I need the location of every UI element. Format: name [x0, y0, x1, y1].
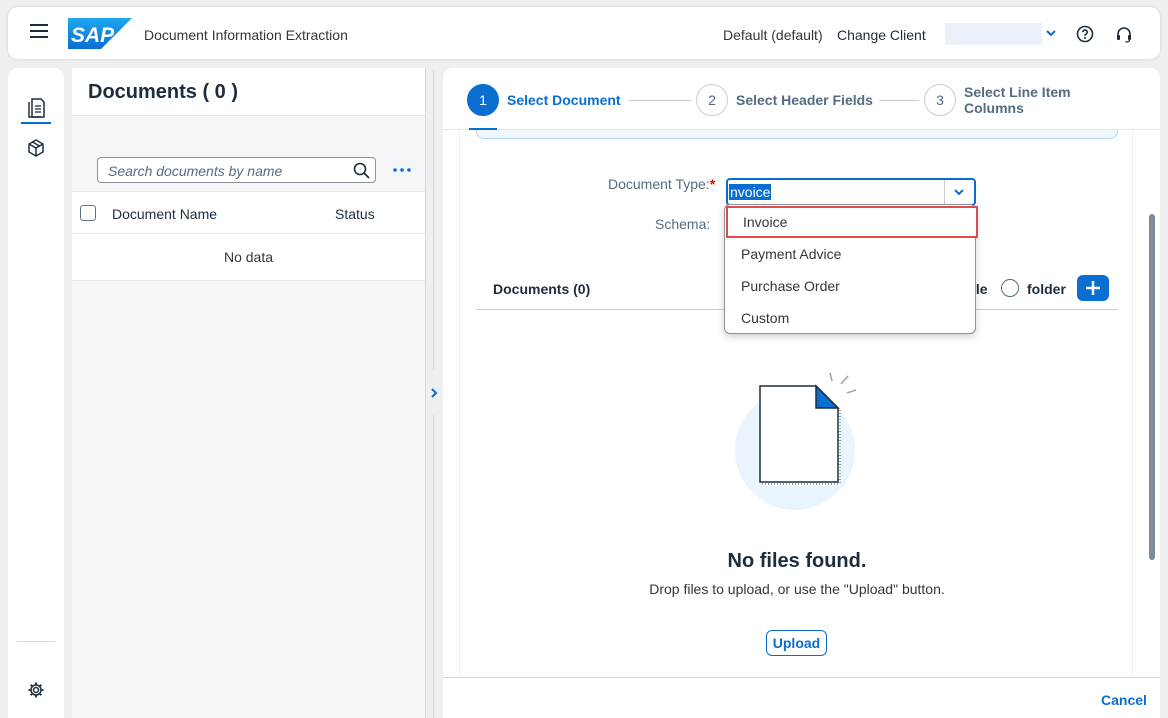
- selected-indicator: [21, 122, 51, 124]
- folder-radio[interactable]: [1001, 279, 1019, 297]
- sap-logo: SAP: [68, 18, 132, 49]
- dropdown-option-invoice[interactable]: Invoice: [726, 206, 978, 238]
- documents-list-panel: Documents ( 0 ) Search documents by name…: [72, 68, 426, 718]
- step-number: 1: [467, 84, 499, 116]
- column-status[interactable]: Status: [335, 206, 375, 222]
- dropdown-option-purchase-order[interactable]: Purchase Order: [725, 270, 975, 302]
- dropdown-option-custom[interactable]: Custom: [725, 302, 975, 334]
- no-data-text: No data: [72, 234, 425, 281]
- folder-option-label[interactable]: folder: [1027, 281, 1066, 297]
- splitter-line: [433, 70, 434, 370]
- step-connector: [629, 100, 691, 101]
- document-type-value: nvoice: [729, 184, 772, 200]
- change-client-link[interactable]: Change Client: [837, 27, 926, 43]
- splitter-line: [433, 415, 434, 718]
- chevron-down-icon: [1046, 30, 1056, 37]
- upload-button[interactable]: Upload: [766, 630, 827, 656]
- cancel-button[interactable]: Cancel: [1101, 692, 1147, 708]
- step-label: Select Header Fields: [736, 92, 873, 108]
- scrollbar-thumb[interactable]: [1149, 214, 1155, 560]
- client-value-redacted: [945, 23, 1042, 45]
- hamburger-menu-icon[interactable]: [30, 24, 48, 42]
- empty-state-title: No files found.: [727, 550, 867, 572]
- combobox-separator: [944, 180, 945, 204]
- client-select[interactable]: [945, 23, 1061, 45]
- settings-gear-icon[interactable]: [27, 681, 45, 699]
- empty-state-subtitle: Drop files to upload, or use the "Upload…: [649, 581, 945, 597]
- info-message-strip: [476, 130, 1118, 139]
- shell-bar: SAP Document Information Extraction Defa…: [8, 7, 1160, 59]
- chevron-down-icon[interactable]: [952, 185, 966, 199]
- wizard-footer: Cancel: [443, 677, 1160, 718]
- expand-panel-chevron-icon[interactable]: [428, 385, 440, 401]
- table-header: Document Name Status: [72, 191, 425, 234]
- empty-document-illustration: [735, 372, 857, 510]
- step-label: Select Document: [507, 92, 621, 108]
- dropdown-option-payment-advice[interactable]: Payment Advice: [725, 238, 975, 270]
- column-document-name[interactable]: Document Name: [112, 206, 217, 222]
- step-connector: [879, 100, 919, 101]
- side-navigation: [8, 68, 64, 718]
- step-number: 2: [696, 84, 728, 116]
- document-type-combobox[interactable]: nvoice: [726, 178, 976, 206]
- step-label: Select Line Item Columns: [964, 84, 1071, 116]
- wizard-progress-bar: 1 Select Document 2 Select Header Fields…: [443, 68, 1160, 131]
- more-options-icon[interactable]: [392, 166, 412, 174]
- documents-list-header: Documents ( 0 ): [72, 68, 425, 116]
- nav-separator: [17, 641, 55, 642]
- app-title: Document Information Extraction: [144, 27, 348, 43]
- box-icon[interactable]: [27, 139, 45, 157]
- select-all-checkbox[interactable]: [80, 205, 96, 221]
- tenant-label: Default (default): [723, 27, 823, 43]
- schema-label: Schema:: [655, 216, 711, 232]
- svg-text:SAP: SAP: [71, 24, 115, 47]
- document-type-label: Document Type:*: [608, 176, 716, 192]
- documents-count-title: Documents (0): [493, 281, 591, 297]
- headset-support-icon[interactable]: [1115, 25, 1133, 43]
- search-icon[interactable]: [353, 162, 370, 179]
- document-type-dropdown-list: Invoice Payment Advice Purchase Order Cu…: [724, 204, 978, 334]
- documents-icon[interactable]: [25, 97, 47, 119]
- step-number: 3: [924, 84, 956, 116]
- search-placeholder: Search documents by name: [108, 163, 283, 179]
- add-document-button[interactable]: [1077, 275, 1109, 301]
- wizard-panel: 1 Select Document 2 Select Header Fields…: [443, 68, 1160, 718]
- search-documents-input[interactable]: Search documents by name: [97, 157, 376, 183]
- help-icon[interactable]: [1076, 25, 1094, 43]
- documents-list-title: Documents ( 0 ): [88, 81, 239, 103]
